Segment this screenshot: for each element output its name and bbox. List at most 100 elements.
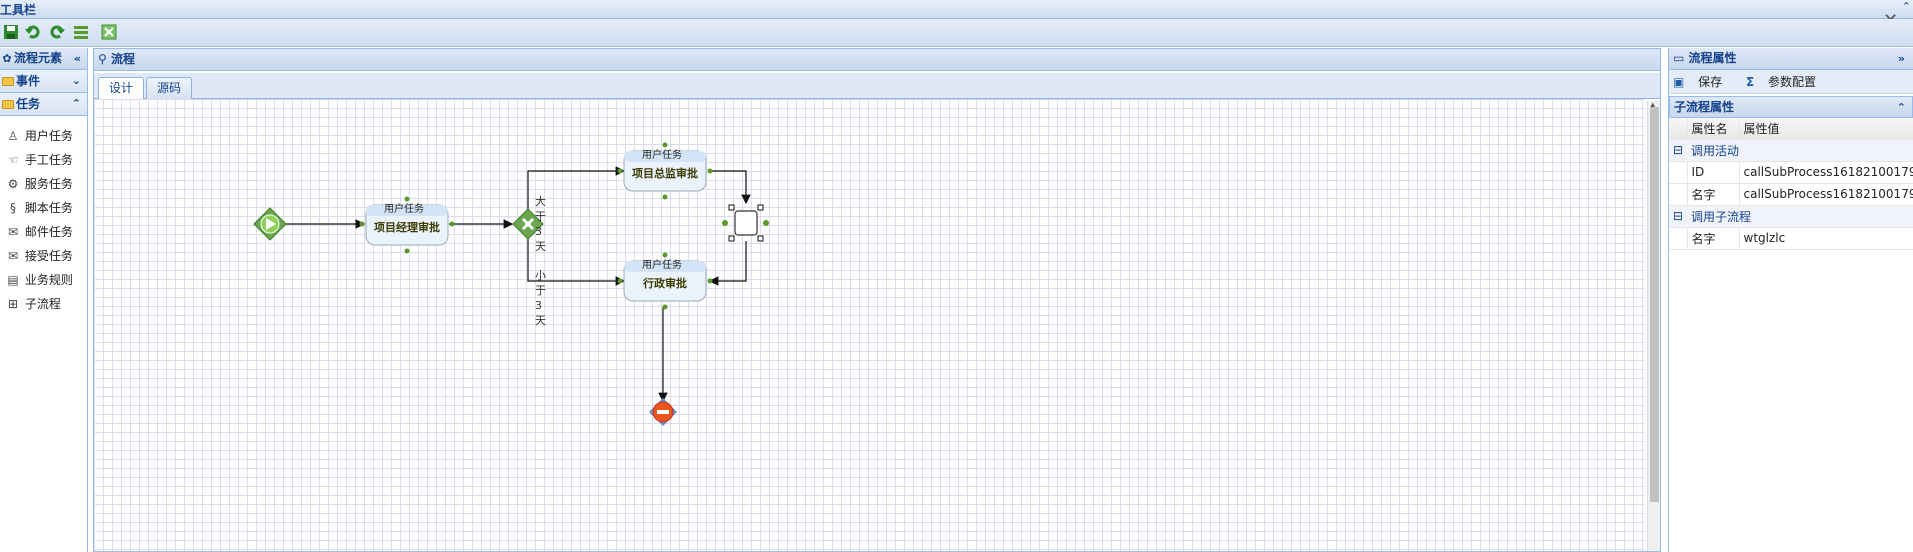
process-panel-header: ⚲ 流程 <box>94 49 1660 71</box>
gear-icon: ⚙ <box>7 177 19 191</box>
process-icon: ⚲ <box>98 52 107 66</box>
elements-panel: ✿ 流程元素 « 事件 ⌄ 任务 ⌃ ♙ 用户任务 ☜ 手工任务 ⚙ 服务任务 §… <box>0 48 88 552</box>
elements-panel-header: ✿ 流程元素 « <box>0 48 87 70</box>
undo-icon[interactable] <box>24 24 42 40</box>
property-row[interactable]: 名字 callSubProcess161821001791 <box>1669 183 1913 206</box>
properties-panel-title: 流程属性 <box>1688 51 1737 65</box>
property-value[interactable]: callSubProcess161821001791 <box>1739 183 1913 206</box>
toolbar-title-bar: 工具栏 ⌃ <box>0 0 1913 19</box>
save-icon: ▣ <box>1673 75 1685 89</box>
save-label: 保存 <box>1698 75 1723 89</box>
tool-receive-task[interactable]: ✉ 接受任务 <box>0 244 87 268</box>
tab-design[interactable]: 设计 <box>98 77 145 100</box>
task-type-label: 用户任务 <box>384 204 424 215</box>
section-label: 任务 <box>16 97 41 111</box>
tool-label: 服务任务 <box>24 177 73 191</box>
params-button[interactable]: Σ 参数配置 <box>1746 75 1826 89</box>
mail-icon: ✉ <box>7 225 19 239</box>
property-value[interactable]: wtglzlc <box>1739 227 1913 250</box>
tool-business-rule[interactable]: ▤ 业务规则 <box>0 268 87 292</box>
tool-script-task[interactable]: § 脚本任务 <box>0 196 87 220</box>
toolbar-title: 工具栏 <box>0 3 37 17</box>
task-type-label: 用户任务 <box>642 150 682 161</box>
collapse-up-icon[interactable]: ⌃ <box>1902 0 1911 13</box>
redo-icon[interactable] <box>48 24 66 40</box>
flow-edge[interactable] <box>708 241 747 286</box>
design-canvas[interactable]: 用户任务 项目经理审批 用户任务 项目总监审批 用户任务 行政审批 大于3天 小… <box>94 99 1644 551</box>
group-toggle-icon[interactable]: ⊟ <box>1669 139 1687 162</box>
delete-icon[interactable] <box>100 24 118 40</box>
tab-source[interactable]: 源码 <box>146 77 193 99</box>
properties-panel: ▭ 流程属性 » ▣ 保存 Σ 参数配置 子流程属性 ⌃ 属性名 属性值 ⊟ 调… <box>1668 48 1913 552</box>
collapse-left-icon[interactable]: « <box>74 48 81 69</box>
properties-panel-header: ▭ 流程属性 » <box>1669 48 1913 70</box>
hand-icon: ☜ <box>7 153 19 167</box>
folder-icon <box>2 100 14 109</box>
subprocess-node[interactable] <box>722 204 769 242</box>
elements-panel-title: 流程元素 <box>14 51 63 65</box>
tab-strip: 设计 源码 <box>94 73 1660 100</box>
section-tasks[interactable]: 任务 ⌃ <box>0 93 87 116</box>
tool-subprocess[interactable]: ⊞ 子流程 <box>0 292 87 316</box>
tool-label: 用户任务 <box>24 129 73 143</box>
process-panel-title: 流程 <box>110 52 135 66</box>
plus-box-icon: ⊞ <box>7 297 19 311</box>
tool-label: 脚本任务 <box>24 201 73 215</box>
tool-service-task[interactable]: ⚙ 服务任务 <box>0 172 87 196</box>
process-panel: ⚲ 流程 设计 源码 用户任务 项目经理审批 用户任务 项目总监审批 用户任务 … <box>93 48 1661 552</box>
rule-icon: ▤ <box>7 273 19 287</box>
task-type-label: 用户任务 <box>642 260 682 271</box>
task-label: 项目经理审批 <box>374 221 440 234</box>
property-value[interactable]: callSubProcess161821001791 <box>1739 161 1913 184</box>
properties-icon: ▭ <box>1673 51 1685 65</box>
flow-edge[interactable] <box>708 170 751 205</box>
edge-label: 小于3天 <box>535 269 546 327</box>
tool-label: 业务规则 <box>24 273 73 287</box>
group-label: 调用子流程 <box>1687 205 1913 228</box>
end-event-icon[interactable] <box>649 398 677 426</box>
task-label: 项目总监审批 <box>632 167 698 180</box>
property-group[interactable]: ⊟ 调用子流程 <box>1669 205 1913 228</box>
group-label: 调用活动 <box>1687 139 1913 162</box>
grid-corner <box>1669 118 1688 140</box>
user-icon: ♙ <box>7 129 19 143</box>
sigma-icon: Σ <box>1746 75 1755 89</box>
collapse-up-icon[interactable]: ⌃ <box>72 93 81 115</box>
task-label: 行政审批 <box>643 277 687 290</box>
start-event-icon[interactable] <box>253 207 287 241</box>
save-button[interactable]: ▣ 保存 <box>1673 75 1732 89</box>
tool-user-task[interactable]: ♙ 用户任务 <box>0 124 87 148</box>
subprocess-properties-header: 子流程属性 ⌃ <box>1669 96 1913 118</box>
tool-label: 邮件任务 <box>24 225 73 239</box>
folder-icon <box>2 77 14 86</box>
tool-label: 手工任务 <box>24 153 73 167</box>
collapse-up-icon[interactable]: ⌃ <box>1897 97 1906 118</box>
tool-label: 子流程 <box>24 297 61 311</box>
property-group[interactable]: ⊟ 调用活动 <box>1669 139 1913 162</box>
collapse-right-icon[interactable]: » <box>1898 48 1905 69</box>
edge-label: 大于3天 <box>535 195 546 253</box>
group-toggle-icon[interactable]: ⊟ <box>1669 205 1687 228</box>
section-label: 事件 <box>16 74 41 88</box>
subprocess-properties-title: 子流程属性 <box>1674 100 1735 114</box>
vertical-scrollbar[interactable]: ▲ <box>1647 101 1660 551</box>
column-header-name[interactable]: 属性名 <box>1687 118 1740 140</box>
property-name: 名字 <box>1687 227 1740 250</box>
save-icon[interactable] <box>2 24 20 40</box>
properties-toolbar: ▣ 保存 Σ 参数配置 <box>1669 70 1913 94</box>
elements-icon: ✿ <box>2 52 12 65</box>
tool-label: 接受任务 <box>24 249 73 263</box>
process-diagram[interactable] <box>94 99 1644 551</box>
column-header-value[interactable]: 属性值 <box>1739 118 1913 140</box>
property-name: ID <box>1687 161 1740 184</box>
toolbar <box>0 19 1913 47</box>
expand-down-icon[interactable]: ⌄ <box>72 70 81 92</box>
property-row[interactable]: 名字 wtglzlc <box>1669 227 1913 250</box>
params-label: 参数配置 <box>1768 75 1817 89</box>
tool-manual-task[interactable]: ☜ 手工任务 <box>0 148 87 172</box>
scroll-thumb[interactable] <box>1650 107 1659 502</box>
section-events[interactable]: 事件 ⌄ <box>0 70 87 93</box>
tool-mail-task[interactable]: ✉ 邮件任务 <box>0 220 87 244</box>
layout-icon[interactable] <box>72 24 90 40</box>
property-row[interactable]: ID callSubProcess161821001791 <box>1669 161 1913 184</box>
